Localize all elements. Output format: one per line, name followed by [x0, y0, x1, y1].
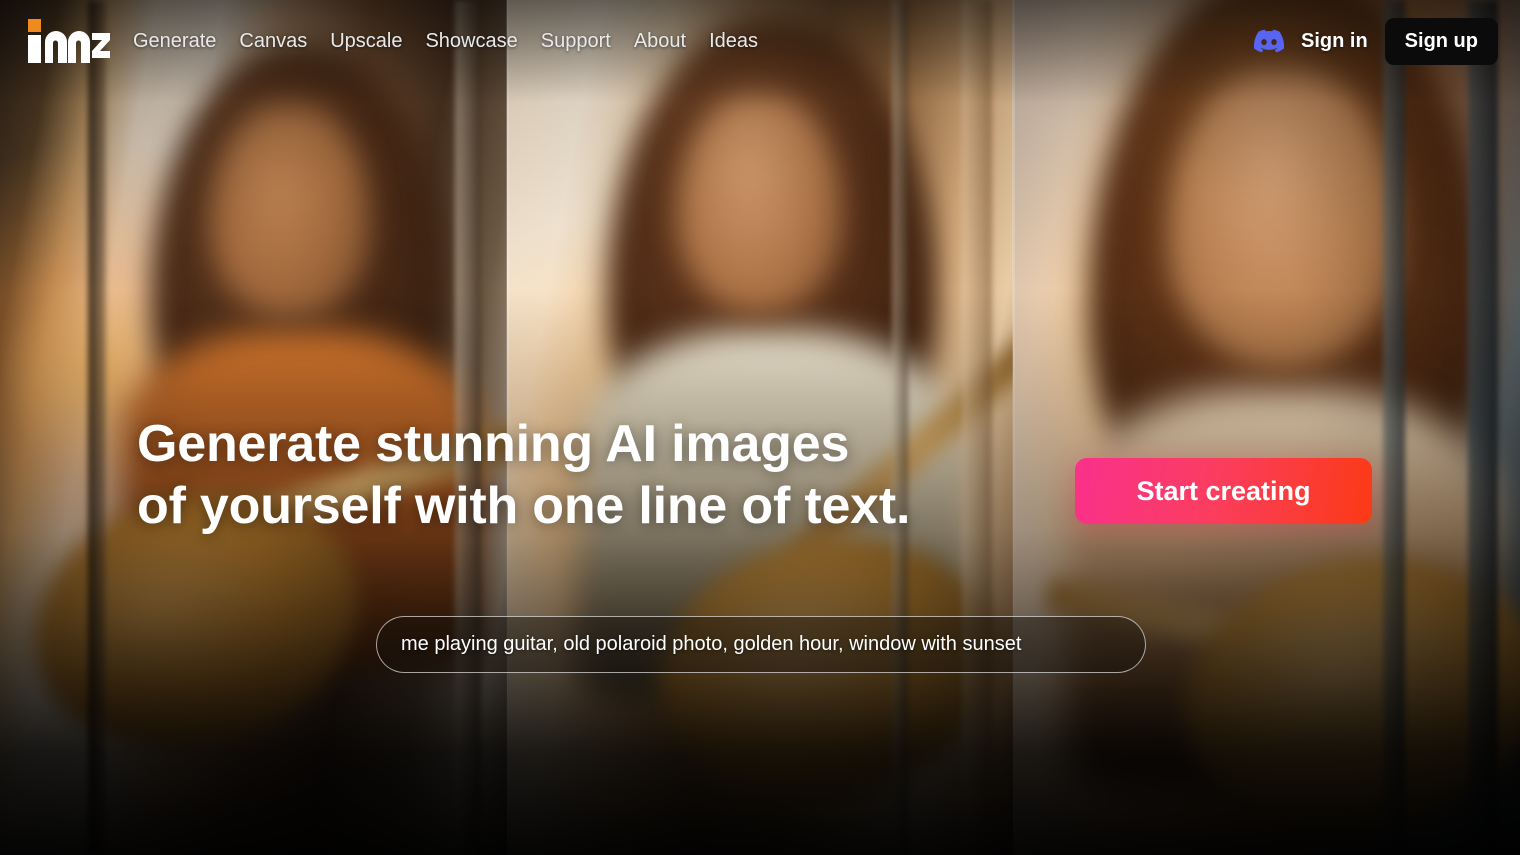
prompt-field-wrapper — [376, 616, 1146, 673]
nav-item-canvas[interactable]: Canvas — [239, 31, 307, 51]
panel-right-window-mullion-1 — [1383, 0, 1405, 855]
logo[interactable] — [26, 17, 111, 65]
site-header: Generate Canvas Upscale Showcase Support… — [0, 0, 1520, 82]
prompt-input[interactable] — [376, 616, 1146, 673]
nav-item-support[interactable]: Support — [541, 31, 611, 51]
main-navigation: Generate Canvas Upscale Showcase Support… — [133, 31, 758, 51]
panel-center-window-mullion-2 — [962, 0, 992, 855]
panel-left-window-mullion-1 — [88, 0, 106, 855]
nav-item-upscale[interactable]: Upscale — [330, 31, 402, 51]
hero-panel-right — [1013, 0, 1520, 855]
discord-icon — [1254, 29, 1284, 53]
logo-accent-square — [28, 19, 41, 32]
landing-page: Generate Canvas Upscale Showcase Support… — [0, 0, 1520, 855]
panel-center-face — [677, 95, 842, 315]
sign-up-button[interactable]: Sign up — [1384, 17, 1498, 65]
panel-divider-right — [1012, 0, 1015, 855]
panel-right-face — [1168, 70, 1398, 370]
nav-item-ideas[interactable]: Ideas — [709, 31, 758, 51]
nav-item-showcase[interactable]: Showcase — [425, 31, 517, 51]
discord-link[interactable] — [1254, 26, 1301, 56]
panel-left-face — [210, 105, 370, 320]
start-creating-button[interactable]: Start creating — [1075, 458, 1372, 524]
hero-headline-line-2: of yourself with one line of text. — [137, 477, 911, 535]
logo-mark — [28, 19, 110, 63]
nav-item-about[interactable]: About — [634, 31, 686, 51]
header-actions: Sign in Sign up — [1254, 17, 1498, 65]
panel-right-window-mullion-2 — [1468, 0, 1498, 855]
hero-headline: Generate stunning AI images of yourself … — [137, 413, 910, 537]
hero-headline-line-1: Generate stunning AI images — [137, 415, 850, 473]
nav-item-generate[interactable]: Generate — [133, 31, 216, 51]
sign-in-link[interactable]: Sign in — [1301, 30, 1368, 53]
